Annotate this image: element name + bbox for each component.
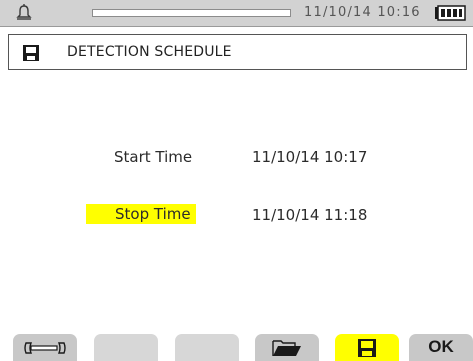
bell-icon (16, 4, 32, 20)
save-icon (358, 338, 376, 357)
config-wrench-button[interactable] (13, 334, 77, 361)
function-key-2-disabled (94, 334, 158, 361)
clock-display: 11/10/14 10:16 (304, 5, 421, 20)
start-time-value[interactable]: 11/10/14 10:17 (252, 148, 367, 166)
stop-time-label[interactable]: Stop Time (115, 205, 191, 223)
start-time-label: Start Time (114, 148, 193, 166)
battery-icon (435, 5, 466, 21)
page-title: DETECTION SCHEDULE (67, 44, 232, 60)
save-button[interactable] (335, 334, 399, 361)
ok-button[interactable]: OK (409, 334, 473, 361)
ok-button-label: OK (428, 337, 454, 356)
folder-open-icon (272, 339, 301, 356)
wrench-icon (24, 341, 66, 354)
progress-bar (92, 9, 291, 17)
open-folder-button[interactable] (255, 334, 319, 361)
function-key-3-disabled (175, 334, 239, 361)
status-bar: 11/10/14 10:16 (0, 0, 473, 27)
stop-time-value[interactable]: 11/10/14 11:18 (252, 206, 367, 224)
title-bar: DETECTION SCHEDULE (8, 34, 467, 70)
save-icon (23, 45, 39, 61)
